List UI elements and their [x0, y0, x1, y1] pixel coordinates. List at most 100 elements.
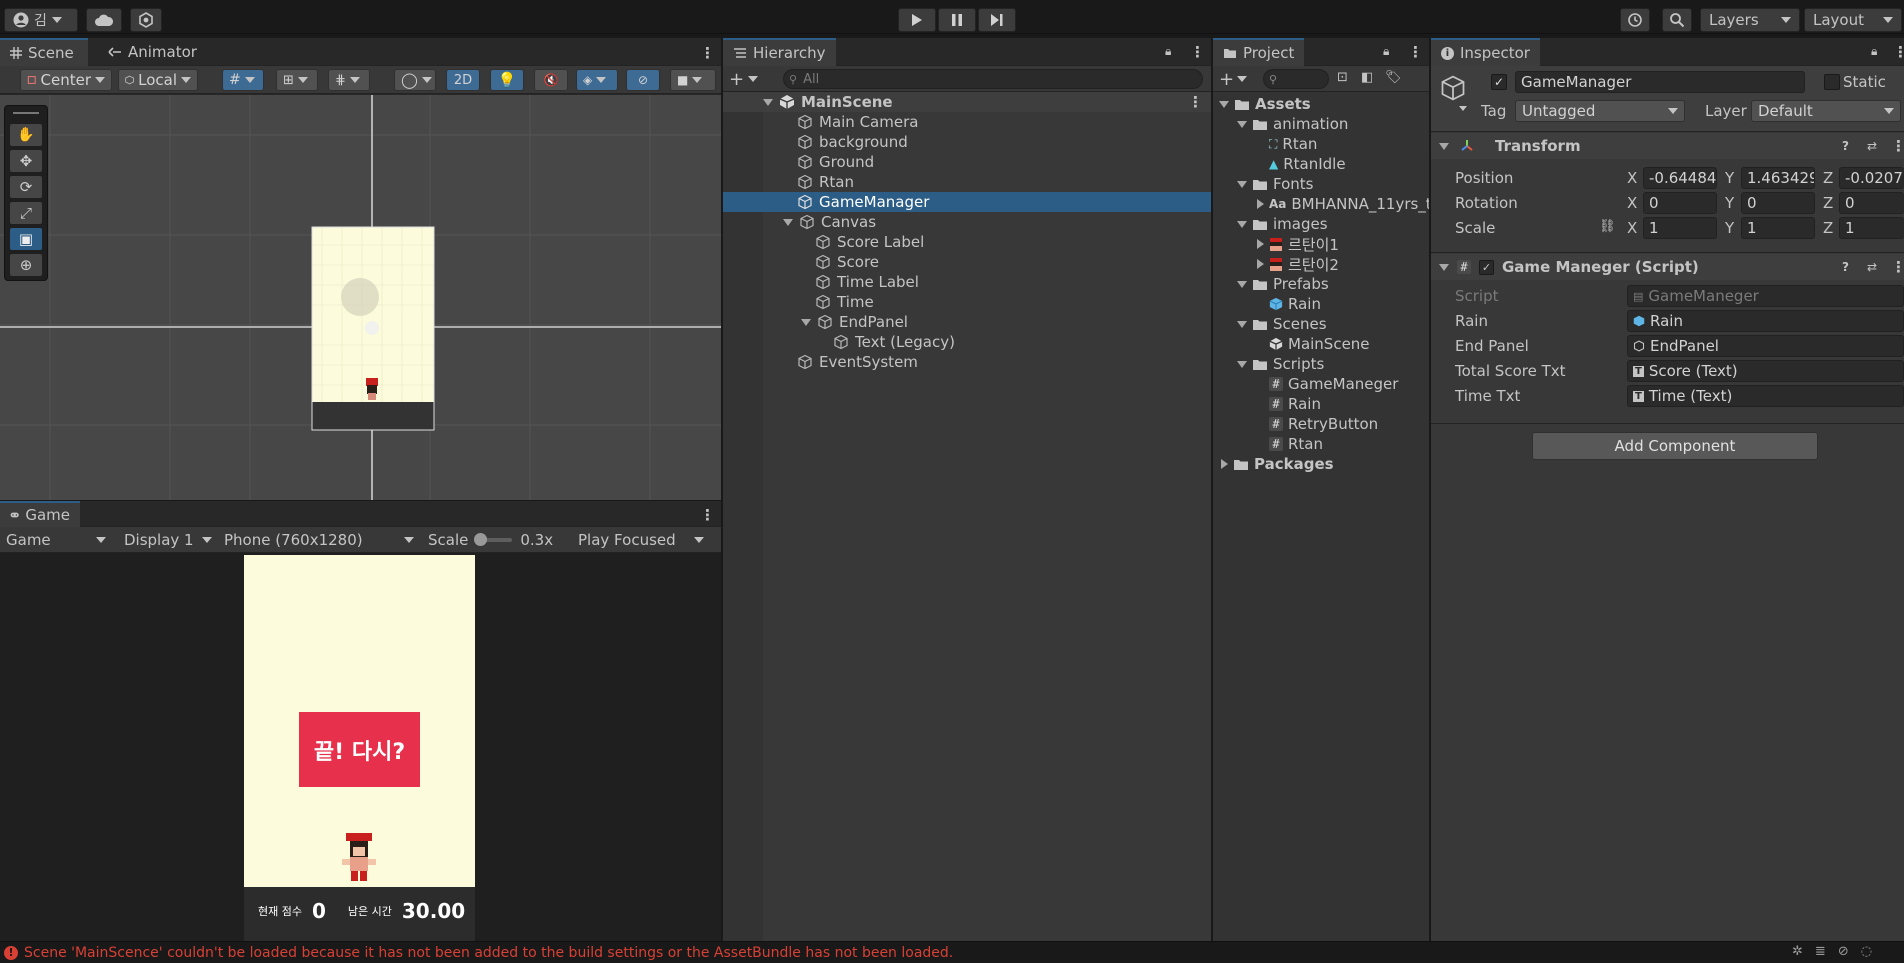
project-folder[interactable]: Scripts — [1213, 354, 1429, 374]
tab-project[interactable]: Project — [1213, 38, 1305, 66]
object-name-input[interactable]: GameManager — [1515, 71, 1805, 93]
position-x-field[interactable]: -0.64484 — [1643, 167, 1717, 189]
hierarchy-item[interactable]: Time — [723, 292, 1211, 312]
kebab-menu-icon[interactable]: ⋮ — [700, 506, 715, 524]
undo-history-button[interactable] — [1620, 8, 1650, 32]
progress-icon[interactable]: ◌ — [1861, 944, 1872, 959]
project-asset[interactable]: Rain — [1213, 294, 1429, 314]
project-folder[interactable]: Packages — [1213, 454, 1429, 474]
tab-hierarchy[interactable]: Hierarchy — [723, 38, 836, 66]
lighting-toggle[interactable]: 💡 — [490, 69, 524, 91]
project-asset[interactable]: # GameManeger — [1213, 374, 1429, 394]
project-folder[interactable]: Prefabs — [1213, 274, 1429, 294]
chevron-right-icon[interactable] — [1257, 259, 1264, 269]
hierarchy-item[interactable]: Score — [723, 252, 1211, 272]
pivot-dropdown[interactable]: Center — [20, 69, 112, 91]
lock-icon[interactable]: 🔒︎ — [1871, 44, 1877, 59]
kebab-menu-icon[interactable]: ⋮ — [1408, 43, 1423, 61]
rect-tool-button[interactable]: ▣ — [10, 228, 42, 250]
status-message[interactable]: Scene 'MainScence' couldn't be loaded be… — [24, 945, 953, 961]
end-panel-reference-field[interactable]: EndPanel — [1627, 335, 1904, 357]
tag-icon[interactable]: 🏷︎ — [1385, 70, 1402, 85]
space-dropdown[interactable]: Local — [118, 69, 198, 91]
chevron-right-icon[interactable] — [1257, 199, 1264, 209]
search-by-label-icon[interactable]: ◧ — [1361, 70, 1373, 85]
step-button[interactable] — [978, 8, 1016, 32]
rotation-x-field[interactable]: 0 — [1643, 192, 1717, 214]
no-bug-icon[interactable]: ⊘ — [1838, 944, 1849, 959]
chevron-down-icon[interactable] — [1459, 106, 1467, 111]
tab-inspector[interactable]: i Inspector — [1431, 38, 1540, 66]
end-panel-text[interactable]: 끝! 다시? — [314, 734, 405, 766]
project-asset[interactable]: ▲ RtanIdle — [1213, 154, 1429, 174]
chevron-down-icon[interactable] — [1237, 320, 1247, 328]
chevron-down-icon[interactable] — [1439, 142, 1449, 150]
help-icon[interactable]: ? — [1842, 139, 1849, 153]
hierarchy-item[interactable]: Score Label — [723, 232, 1211, 252]
hierarchy-item[interactable]: Canvas — [723, 212, 1211, 232]
scale-slider-thumb[interactable] — [474, 533, 488, 546]
scene-viewport[interactable]: ✋ ✥ ⟳ ⤢ ▣ ⊕ — [0, 95, 721, 500]
pause-button[interactable] — [938, 8, 976, 32]
project-folder[interactable]: Fonts — [1213, 174, 1429, 194]
chevron-down-icon[interactable] — [801, 318, 811, 326]
kebab-menu-icon[interactable]: ⋮ — [1891, 137, 1904, 155]
search-button[interactable] — [1662, 8, 1692, 32]
chevron-down-icon[interactable] — [1237, 220, 1247, 228]
position-z-field[interactable]: -0.0207 — [1839, 167, 1904, 189]
active-checkbox[interactable]: ✓ — [1491, 74, 1507, 90]
db-icon[interactable]: ≣ — [1815, 944, 1826, 959]
lock-icon[interactable]: 🔒︎ — [1165, 44, 1171, 59]
kebab-menu-icon[interactable]: ⋮ — [1188, 93, 1203, 111]
enabled-checkbox[interactable]: ✓ — [1479, 259, 1494, 275]
add-component-button[interactable]: Add Component — [1532, 432, 1818, 460]
hierarchy-item[interactable]: Main Camera — [723, 112, 1211, 132]
link-broken-icon[interactable]: ⛓︎ — [1599, 219, 1616, 234]
snap-increment-dropdown[interactable]: ⊞ — [276, 69, 318, 91]
chevron-down-icon[interactable] — [1219, 100, 1229, 108]
tab-scene[interactable]: Scene — [0, 38, 88, 66]
help-icon[interactable]: ? — [1842, 260, 1849, 274]
rotation-y-field[interactable]: 0 — [1741, 192, 1815, 214]
tag-dropdown[interactable]: Untagged — [1515, 100, 1685, 122]
kebab-menu-icon[interactable]: ⋮ — [700, 44, 715, 62]
move-tool-button[interactable]: ✥ — [10, 150, 42, 172]
scale-x-field[interactable]: 1 — [1643, 217, 1717, 239]
game-viewport[interactable]: 끝! 다시? 현재 점수 0 남은 시간 30.00 — [0, 553, 721, 941]
chevron-down-icon[interactable] — [763, 98, 773, 106]
position-y-field[interactable]: 1.463429 — [1741, 167, 1815, 189]
hierarchy-item[interactable]: EndPanel — [723, 312, 1211, 332]
project-folder[interactable]: animation — [1213, 114, 1429, 134]
chevron-right-icon[interactable] — [1257, 239, 1264, 249]
scene-row[interactable]: MainScene ⋮ — [723, 92, 1211, 112]
resolution-dropdown[interactable]: Phone (760x1280) — [220, 529, 418, 551]
chevron-down-icon[interactable] — [1237, 360, 1247, 368]
script-header[interactable]: # ✓ Game Maneger (Script) ? ⇄ ⋮ — [1431, 254, 1904, 280]
static-checkbox[interactable] — [1824, 74, 1840, 90]
hierarchy-item-selected[interactable]: GameManager — [723, 192, 1211, 212]
scale-y-field[interactable]: 1 — [1741, 217, 1815, 239]
services-button[interactable] — [130, 8, 162, 32]
tab-animator[interactable]: Animator — [98, 38, 207, 66]
chevron-down-icon[interactable] — [1237, 280, 1247, 288]
hierarchy-search-input[interactable]: ⚲ All — [783, 69, 1203, 89]
chevron-down-icon[interactable] — [1237, 180, 1247, 188]
scene-visibility-toggle[interactable]: ⊘ — [626, 69, 660, 91]
view-dropdown[interactable]: Game — [2, 529, 110, 551]
layout-dropdown[interactable]: Layout — [1804, 8, 1902, 32]
project-asset[interactable]: # Rain — [1213, 394, 1429, 414]
transform-tool-button[interactable]: ⊕ — [10, 254, 42, 276]
project-asset[interactable]: 르탄이1 — [1213, 234, 1429, 254]
project-asset[interactable]: ⛶ Rtan — [1213, 134, 1429, 154]
camera-dropdown[interactable]: ■ — [670, 69, 716, 91]
layer-dropdown[interactable]: Default — [1751, 100, 1901, 122]
kebab-menu-icon[interactable]: ⋮ — [1893, 43, 1904, 61]
kebab-menu-icon[interactable]: ⋮ — [1891, 258, 1904, 276]
tab-game[interactable]: Game — [0, 501, 80, 527]
create-asset-button[interactable]: + — [1219, 68, 1251, 90]
project-asset[interactable]: # Rtan — [1213, 434, 1429, 454]
hand-tool-button[interactable]: ✋ — [10, 124, 42, 146]
scale-slider[interactable] — [474, 533, 513, 546]
project-asset[interactable]: MainScene — [1213, 334, 1429, 354]
lock-icon[interactable]: 🔒︎ — [1383, 44, 1389, 59]
